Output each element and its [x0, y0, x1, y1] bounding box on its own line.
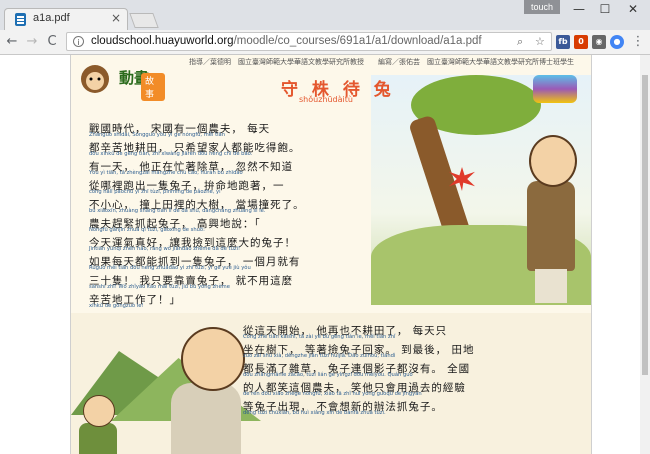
farmer-illustration — [521, 135, 581, 305]
text-line: 不小心， 撞上田裡的大樹， 當場撞死了。 bù xiǎoxīn, zhuàng s… — [89, 199, 305, 214]
text-line: 的人都笑這個農夫， 笑他只會用過去的經驗 de rén dōu xiào zhèg… — [243, 382, 466, 397]
brand-logo: 動畫 故事 — [75, 61, 165, 101]
text-line: 有一天， 他正在忙著除草， 忽然不知道 Yǒu yì tiān, tā zhèng… — [89, 161, 294, 176]
chrome-extension-icon[interactable]: ● — [610, 35, 624, 49]
villager-illustration — [79, 395, 119, 454]
close-window-button[interactable]: ✕ — [622, 0, 644, 18]
search-icon[interactable]: ⌕ — [517, 35, 523, 49]
text-line: 三十隻！ 我只要靠賣兔子， 就不用這麼 sānshí zhī! Wǒ zhǐyào… — [89, 275, 294, 290]
text-line: 都長滿了雜草， 兔子連個影子都沒有。 全國 dōu zhǎngmǎnle zácǎ… — [243, 363, 471, 378]
pdf-viewport[interactable]: 動畫 故事 指導／葉德明 國立臺灣師範大學華語文教學研究所教授 編寫／張佑芸 國… — [0, 55, 640, 454]
info-icon[interactable]: i — [73, 36, 84, 47]
pdf-page: 動畫 故事 指導／葉德明 國立臺灣師範大學華語文教學研究所教授 編寫／張佑芸 國… — [70, 55, 592, 454]
pdf-file-icon — [15, 13, 26, 26]
text-line: 等兔子出現， 不會想新的辦法抓兔子。 děng tùzi chūxiàn, bú … — [243, 401, 443, 416]
back-button[interactable]: ← — [4, 34, 20, 50]
credits-line: 指導／葉德明 國立臺灣師範大學華語文教學研究所教授 編寫／張佑芸 國立臺灣師範大… — [189, 58, 574, 66]
publisher-logo — [533, 75, 577, 103]
resting-farmer-illustration — [181, 327, 245, 391]
story-paragraph-2: 從這天開始， 他再也不耕田了， 每天只 Cóng zhè tiān kāishǐ,… — [243, 323, 583, 418]
monkey-mascot-icon — [81, 65, 109, 93]
new-tab-button[interactable] — [129, 13, 159, 28]
text-line: 辛苦地工作了！」 xīnkǔ de gōngzuò le! — [89, 294, 181, 309]
tab-title: a1a.pdf — [33, 12, 70, 24]
profile-badge[interactable]: touch — [524, 0, 560, 14]
office-extension-icon[interactable]: 0 — [574, 35, 588, 49]
brand-badge: 故事 — [141, 73, 165, 101]
reload-button[interactable]: C — [44, 34, 60, 50]
forward-button[interactable]: → — [24, 34, 40, 50]
scrollbar-thumb[interactable] — [642, 75, 648, 375]
bookmark-star-icon[interactable]: ☆ — [535, 35, 545, 48]
text-line: 農夫趕緊抓起兔子， 高興地說：「 Nóngfū gǎnjǐn zhuā qǐ tù… — [89, 218, 261, 233]
url-text[interactable]: cloudschool.huayuworld.org/moodle/co_cou… — [91, 35, 482, 47]
story-pinyin: shǒuzhūdàitù — [299, 95, 353, 104]
maximize-button[interactable]: ☐ — [594, 0, 616, 18]
tab-a1a-pdf[interactable]: a1a.pdf × — [4, 8, 128, 30]
extension-icon[interactable]: ◉ — [592, 35, 606, 49]
minimize-button[interactable]: — — [568, 0, 590, 18]
text-line: 從哪裡跑出一隻兔子，拚命地跑著，一 cóng nǎlǐ pǎochū yì zhī… — [89, 180, 285, 195]
text-line: 坐在樹下， 等著撿兔子回家。 到最後， 田地 zuò zài shù xià, d… — [243, 344, 475, 359]
browser-toolbar: ← → C i cloudschool.huayuworld.org/moodl… — [0, 30, 650, 55]
menu-icon[interactable]: ⋮ — [630, 34, 646, 50]
text-line: 都辛苦地耕田， 只希望家人都能吃得飽。 dōu xīnkǔ de gēng tiá… — [89, 142, 301, 157]
text-line: 今天運氣真好，讓我撿到這麼大的兔子！ Jīntiān yùnqì zhēn hǎo… — [89, 237, 296, 252]
story-paragraph-1: 戰國時代， 宋國有一個農夫， 每天 Zhànguó shídài, Sòngguó… — [89, 121, 385, 311]
text-line: 如果每天都能抓到一隻兔子， 一個月就有 Rúguǒ měi tiān dōu né… — [89, 256, 301, 271]
close-tab-icon[interactable]: × — [111, 11, 121, 25]
address-bar[interactable]: i cloudschool.huayuworld.org/moodle/co_c… — [66, 32, 552, 51]
vertical-scrollbar[interactable] — [640, 55, 650, 454]
facebook-extension-icon[interactable]: fb — [556, 35, 570, 49]
text-line: 戰國時代， 宋國有一個農夫， 每天 Zhànguó shídài, Sòngguó… — [89, 123, 271, 138]
browser-tabstrip: a1a.pdf × touch — ☐ ✕ — [0, 0, 650, 30]
text-line: 從這天開始， 他再也不耕田了， 每天只 Cóng zhè tiān kāishǐ,… — [243, 325, 448, 340]
scene-tree-illustration — [371, 75, 591, 305]
